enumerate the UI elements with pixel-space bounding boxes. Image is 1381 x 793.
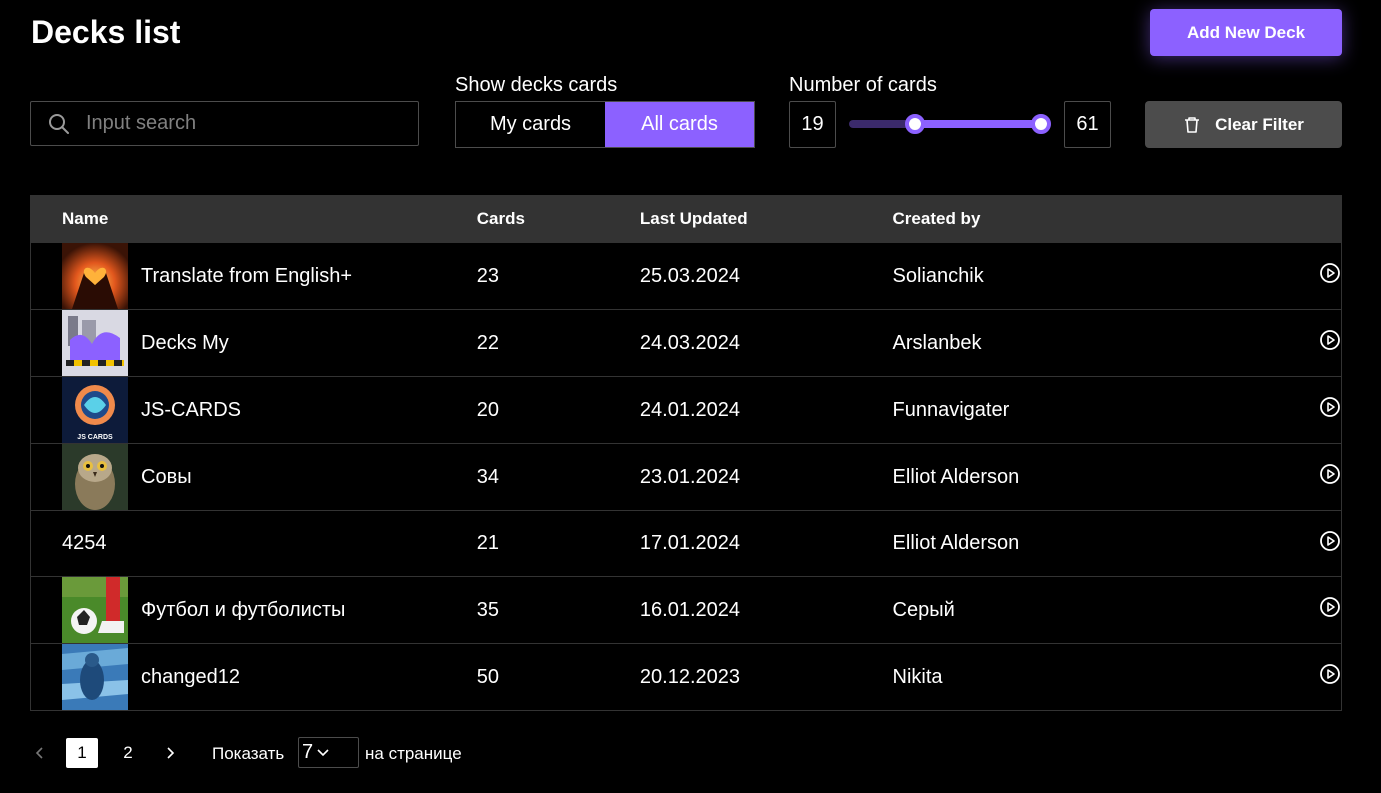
page-button-1[interactable]: 1 bbox=[66, 738, 98, 768]
decks-table: Name Cards Last Updated Created by Trans… bbox=[30, 195, 1342, 711]
created-by: Arslanbek bbox=[892, 331, 982, 354]
slider-max-handle[interactable] bbox=[1031, 114, 1051, 134]
play-icon[interactable] bbox=[1319, 262, 1341, 290]
created-by: Elliot Alderson bbox=[892, 532, 1020, 554]
column-header-name[interactable]: Name bbox=[31, 196, 477, 243]
range-min-value: 19 bbox=[789, 101, 836, 148]
created-by: Funnavigater bbox=[892, 398, 1010, 421]
tab-my-cards[interactable]: My cards bbox=[456, 102, 605, 147]
search-field[interactable] bbox=[30, 101, 419, 146]
chevron-left-icon[interactable] bbox=[30, 743, 50, 763]
deck-name[interactable]: Футбол и футболисты bbox=[141, 599, 345, 622]
last-updated: 17.01.2024 bbox=[639, 532, 741, 554]
play-icon[interactable] bbox=[1319, 396, 1341, 424]
deck-name[interactable]: changed12 bbox=[141, 666, 240, 689]
clear-filter-button[interactable]: Clear Filter bbox=[1145, 101, 1342, 148]
deck-cover-text: JS CARDS bbox=[77, 434, 113, 441]
last-updated: 24.03.2024 bbox=[639, 331, 741, 354]
play-icon[interactable] bbox=[1319, 663, 1341, 691]
deck-cover-image bbox=[62, 644, 128, 710]
tab-all-cards[interactable]: All cards bbox=[605, 102, 754, 147]
number-of-cards-label: Number of cards bbox=[789, 74, 937, 96]
cards-toggle: My cards All cards bbox=[455, 101, 755, 148]
column-header-created-by[interactable]: Created by bbox=[893, 196, 1214, 243]
table-row[interactable]: Decks My 22 24.03.2024 Arslanbek bbox=[30, 309, 1342, 377]
cards-count: 23 bbox=[476, 264, 499, 287]
deck-name[interactable]: 4254 bbox=[62, 532, 107, 555]
created-by: Nikita bbox=[892, 665, 943, 688]
deck-name[interactable]: JS-CARDS bbox=[141, 399, 241, 422]
table-row[interactable]: JS CARDS JS-CARDS 20 24.01.2024 Funnavig… bbox=[30, 376, 1342, 444]
table-row[interactable]: Футбол и футболисты 35 16.01.2024 Серый bbox=[30, 576, 1342, 644]
cards-count: 20 bbox=[476, 398, 499, 421]
deck-cover-image bbox=[62, 310, 128, 376]
per-page-select[interactable]: 7 bbox=[298, 737, 359, 768]
table-row[interactable]: changed12 50 20.12.2023 Nikita bbox=[30, 643, 1342, 711]
trash-icon bbox=[1183, 116, 1201, 134]
page-title: Decks list bbox=[31, 14, 181, 50]
created-by: Серый bbox=[892, 598, 955, 621]
column-header-cards[interactable]: Cards bbox=[477, 196, 640, 243]
deck-name[interactable]: Decks My bbox=[141, 332, 229, 355]
deck-name[interactable]: Совы bbox=[141, 466, 192, 489]
pagination: 1 2 Показать 7 на странице bbox=[0, 737, 600, 769]
deck-cover-image bbox=[62, 243, 128, 309]
last-updated: 24.01.2024 bbox=[639, 398, 741, 421]
chevron-right-icon[interactable] bbox=[160, 743, 180, 763]
show-per-page-label: Показать bbox=[212, 744, 285, 763]
deck-cover-image bbox=[62, 577, 128, 643]
clear-filter-label: Clear Filter bbox=[1215, 114, 1304, 134]
cards-count: 22 bbox=[476, 331, 499, 354]
search-icon bbox=[48, 112, 72, 136]
column-header-last-updated[interactable]: Last Updated bbox=[640, 196, 893, 243]
deck-cover-image: JS CARDS bbox=[62, 377, 128, 443]
deck-name[interactable]: Translate from English+ bbox=[141, 265, 352, 288]
last-updated: 25.03.2024 bbox=[639, 264, 741, 287]
page-button-2[interactable]: 2 bbox=[112, 738, 144, 768]
table-header-row: Name Cards Last Updated Created by bbox=[30, 195, 1342, 243]
created-by: Elliot Alderson bbox=[892, 465, 1020, 488]
slider-min-handle[interactable] bbox=[905, 114, 925, 134]
per-page-value: 7 bbox=[302, 741, 314, 763]
cards-count: 35 bbox=[476, 598, 499, 621]
created-by: Solianchik bbox=[892, 264, 984, 287]
last-updated: 16.01.2024 bbox=[639, 598, 741, 621]
show-decks-label: Show decks cards bbox=[455, 74, 618, 96]
last-updated: 23.01.2024 bbox=[639, 465, 741, 488]
cards-count: 21 bbox=[476, 532, 499, 554]
play-icon[interactable] bbox=[1319, 329, 1341, 357]
table-row[interactable]: Совы 34 23.01.2024 Elliot Alderson bbox=[30, 443, 1342, 511]
deck-cover-image bbox=[62, 444, 128, 510]
table-row[interactable]: Translate from English+ 23 25.03.2024 So… bbox=[30, 242, 1342, 310]
per-page-suffix: на странице bbox=[365, 744, 462, 763]
add-new-deck-button[interactable]: Add New Deck bbox=[1150, 9, 1342, 56]
last-updated: 20.12.2023 bbox=[639, 665, 741, 688]
play-icon[interactable] bbox=[1319, 530, 1341, 558]
play-icon[interactable] bbox=[1319, 463, 1341, 491]
play-icon[interactable] bbox=[1319, 596, 1341, 624]
cards-range-slider[interactable] bbox=[849, 114, 1051, 134]
range-max-value: 61 bbox=[1064, 101, 1111, 148]
table-row[interactable]: 4254 21 17.01.2024 Elliot Alderson bbox=[30, 510, 1342, 577]
cards-count: 50 bbox=[476, 665, 499, 688]
cards-count: 34 bbox=[476, 465, 499, 488]
chevron-down-icon bbox=[317, 748, 329, 757]
search-input[interactable] bbox=[84, 111, 408, 136]
slider-range bbox=[915, 120, 1041, 128]
